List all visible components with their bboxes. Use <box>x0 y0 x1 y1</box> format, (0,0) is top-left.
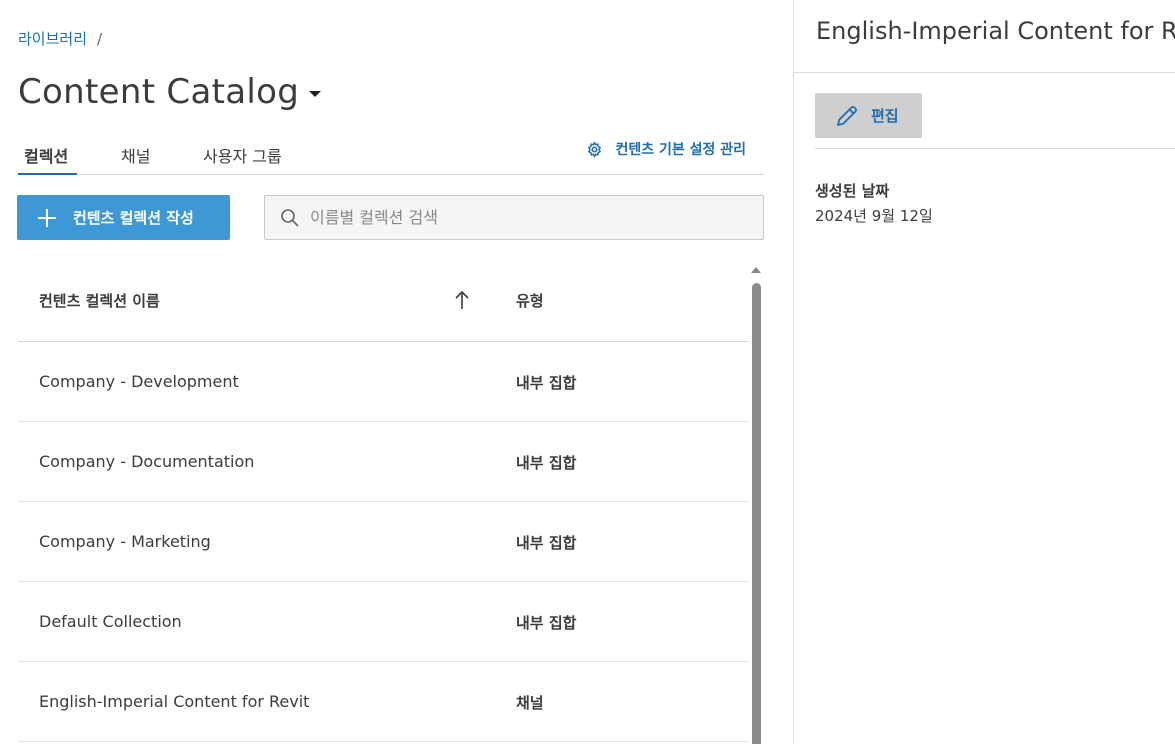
breadcrumb-library-link[interactable]: 라이브러리 <box>18 28 87 49</box>
divider <box>794 72 1175 73</box>
scrollbar-up-arrow[interactable] <box>751 267 761 273</box>
breadcrumb: 라이브러리 / <box>18 28 102 49</box>
table-row[interactable]: Company - Documentation 내부 집합 <box>18 422 749 502</box>
manage-content-defaults-label: 컨텐츠 기본 설정 관리 <box>615 142 746 158</box>
row-collection-name: Company - Documentation <box>39 452 255 471</box>
collections-pane: 라이브러리 / Content Catalog 컬렉션 채널 사용자 그룹 컨텐… <box>0 0 793 744</box>
row-collection-type: 채널 <box>516 694 544 712</box>
row-collection-name: English-Imperial Content for Revit <box>39 692 310 711</box>
row-collection-type: 내부 집합 <box>516 534 577 552</box>
table-row[interactable]: Default Collection 내부 집합 <box>18 582 749 662</box>
gear-icon <box>588 140 602 158</box>
breadcrumb-separator: / <box>97 29 103 48</box>
create-collection-button[interactable]: 컨텐츠 컬렉션 작성 <box>17 195 230 240</box>
sort-ascending-arrow-icon[interactable] <box>454 290 470 314</box>
row-collection-name: Company - Development <box>39 372 239 391</box>
row-collection-name: Default Collection <box>39 612 182 631</box>
create-collection-label: 컨텐츠 컬렉션 작성 <box>73 209 194 227</box>
search-icon <box>281 208 299 227</box>
table-row[interactable]: Company - Marketing 내부 집합 <box>18 502 749 582</box>
plus-icon <box>38 208 56 227</box>
table-row[interactable]: Company - Development 내부 집합 <box>18 342 749 422</box>
caret-down-icon <box>309 91 322 97</box>
page-title: Content Catalog <box>18 72 300 112</box>
catalog-title-dropdown[interactable]: Content Catalog <box>18 72 322 112</box>
tab-channels-label: 채널 <box>121 147 151 166</box>
divider <box>815 148 1175 149</box>
tab-collections[interactable]: 컬렉션 <box>24 143 68 167</box>
row-collection-type: 내부 집합 <box>516 454 577 472</box>
pencil-icon <box>837 105 857 126</box>
edit-button-label: 편집 <box>871 107 899 125</box>
tab-bar: 컬렉션 채널 사용자 그룹 컨텐츠 기본 설정 관리 <box>18 130 764 175</box>
column-header-name[interactable]: 컨텐츠 컬렉션 이름 <box>39 290 160 311</box>
row-collection-type: 내부 집합 <box>516 374 577 392</box>
created-date-label: 생성된 날짜 <box>815 182 890 200</box>
created-date-value: 2024년 9월 12일 <box>815 207 933 225</box>
scrollbar-thumb[interactable] <box>752 283 761 744</box>
collections-table: 컨텐츠 컬렉션 이름 유형 Company - Development 내부 집… <box>18 262 749 742</box>
table-row[interactable]: English-Imperial Content for Revit 채널 <box>18 662 749 742</box>
search-input[interactable] <box>310 208 730 227</box>
row-collection-type: 내부 집합 <box>516 614 577 632</box>
tab-channels[interactable]: 채널 <box>121 143 150 167</box>
search-box <box>264 195 764 240</box>
table-header: 컨텐츠 컬렉션 이름 유형 <box>18 262 749 342</box>
details-panel: English-Imperial Content for R 편집 생성된 날짜… <box>793 0 1175 744</box>
row-collection-name: Company - Marketing <box>39 532 211 551</box>
edit-button[interactable]: 편집 <box>815 93 922 138</box>
tab-collections-label: 컬렉션 <box>24 147 69 166</box>
active-tab-indicator <box>18 173 77 175</box>
manage-content-defaults-link[interactable]: 컨텐츠 기본 설정 관리 <box>586 139 746 159</box>
tab-user-groups[interactable]: 사용자 그룹 <box>203 143 282 167</box>
tab-user-groups-label: 사용자 그룹 <box>203 147 282 166</box>
column-header-type[interactable]: 유형 <box>516 290 544 311</box>
details-panel-title: English-Imperial Content for R <box>816 17 1175 45</box>
